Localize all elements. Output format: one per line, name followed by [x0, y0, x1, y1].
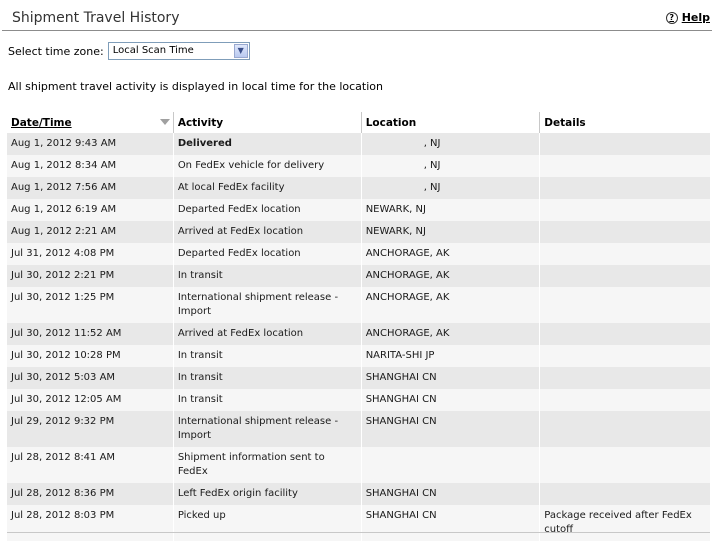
cell-datetime: Jul 30, 2012 11:52 AM: [7, 323, 174, 345]
cell-details: [539, 483, 710, 505]
cell-activity: On FedEx vehicle for delivery: [172, 155, 362, 177]
column-header-details: Details: [539, 112, 710, 133]
cell-location: NARITA-SHI JP: [360, 345, 540, 367]
table-row: Jul 30, 2012 12:05 AM In transit SHANGHAI …: [7, 389, 710, 411]
cell-details: [539, 411, 710, 447]
cell-activity: In transit: [172, 389, 362, 411]
timezone-label: Select time zone:: [8, 44, 104, 58]
cell-activity: Shipment information sent to FedEx: [172, 447, 362, 483]
cell-location: ANCHORAGE, AK: [360, 323, 540, 345]
cell-datetime: Aug 1, 2012 9:43 AM: [7, 133, 174, 155]
table-row: Jul 31, 2012 4:08 PM Departed FedEx locat…: [7, 243, 710, 265]
cell-datetime: Jul 30, 2012 5:03 AM: [7, 367, 174, 389]
cell-details: [539, 447, 710, 483]
cell-location: SHANGHAI CN: [360, 411, 540, 447]
cell-activity: In transit: [172, 265, 362, 287]
help-label: Help: [681, 11, 710, 24]
cell-details: [539, 133, 710, 155]
cell-details: [539, 199, 710, 221]
table-row: Jul 30, 2012 10:28 PM In transit NARITA-SH…: [7, 345, 710, 367]
column-header-datetime[interactable]: Date/Time: [7, 112, 174, 133]
timezone-notice: All shipment travel activity is displaye…: [8, 80, 383, 93]
cell-datetime: Jul 31, 2012 4:08 PM: [7, 243, 174, 265]
cell-datetime: Aug 1, 2012 7:56 AM: [7, 177, 174, 199]
column-header-activity: Activity: [172, 112, 362, 133]
cell-activity: Departed FedEx location: [172, 199, 362, 221]
shipment-history-panel: Shipment Travel History ? Help Select ti…: [2, 4, 712, 541]
cell-location: ANCHORAGE, AK: [360, 265, 540, 287]
cell-details: [539, 323, 710, 345]
cell-datetime: Jul 30, 2012 1:25 PM: [7, 287, 174, 323]
cell-details: [539, 243, 710, 265]
table-row: Aug 1, 2012 7:56 AM At local FedEx facili…: [7, 177, 710, 199]
cell-location: , NJ: [360, 133, 540, 155]
cell-location: SHANGHAI CN: [360, 483, 540, 505]
cell-details: [539, 287, 710, 323]
timezone-selected-value: Local Scan Time: [112, 45, 194, 56]
cell-datetime: Jul 30, 2012 10:28 PM: [7, 345, 174, 367]
table-row: Jul 30, 2012 11:52 AM Arrived at FedEx lo…: [7, 323, 710, 345]
table-body: Aug 1, 2012 9:43 AM Delivered, NJ Aug 1, 2…: [7, 133, 710, 541]
help-link[interactable]: ? Help: [665, 11, 710, 24]
timezone-row: Select time zone: Local Scan Time ▼: [8, 42, 250, 60]
cell-location: NEWARK, NJ: [360, 199, 540, 221]
travel-history-table: Date/Time Activity Location Details Aug …: [7, 112, 710, 541]
table-row: Jul 28, 2012 8:36 PM Left FedEx origin fa…: [7, 483, 710, 505]
page-title: Shipment Travel History: [12, 10, 180, 26]
table-row: Jul 29, 2012 9:32 PM International shipme…: [7, 411, 710, 447]
table-row: Jul 30, 2012 1:25 PM International shipme…: [7, 287, 710, 323]
cell-details: [539, 367, 710, 389]
cell-datetime: Jul 30, 2012 2:21 PM: [7, 265, 174, 287]
table-row: Jul 30, 2012 2:21 PM In transit ANCHORAGE,…: [7, 265, 710, 287]
cell-details: [539, 177, 710, 199]
table-row: Aug 1, 2012 9:43 AM Delivered, NJ: [7, 133, 710, 155]
cell-datetime: Jul 28, 2012 8:36 PM: [7, 483, 174, 505]
cell-details: [539, 221, 710, 243]
cell-location: , NJ: [360, 155, 540, 177]
cell-location: , NJ: [360, 177, 540, 199]
column-header-location: Location: [360, 112, 540, 133]
help-icon: ?: [665, 11, 678, 24]
sort-desc-icon[interactable]: [159, 119, 170, 125]
cell-details: [539, 345, 710, 367]
cell-location: SHANGHAI CN: [360, 367, 540, 389]
cell-datetime: Aug 1, 2012 2:21 AM: [7, 221, 174, 243]
cell-datetime: Aug 1, 2012 6:19 AM: [7, 199, 174, 221]
cell-datetime: Jul 29, 2012 9:32 PM: [7, 411, 174, 447]
table-row: Aug 1, 2012 2:21 AM Arrived at FedEx loca…: [7, 221, 710, 243]
title-bar: Shipment Travel History ? Help: [2, 4, 712, 31]
table-row: Jul 30, 2012 5:03 AM In transit SHANGHAI C…: [7, 367, 710, 389]
cell-datetime: Jul 30, 2012 12:05 AM: [7, 389, 174, 411]
table-row: Aug 1, 2012 8:34 AM On FedEx vehicle for …: [7, 155, 710, 177]
cell-datetime: Jul 28, 2012 8:41 AM: [7, 447, 174, 483]
table-bottom-divider: [7, 532, 710, 533]
cell-location: ANCHORAGE, AK: [360, 243, 540, 265]
cell-details: [539, 389, 710, 411]
cell-activity: International shipment release - Import: [172, 287, 362, 323]
cell-activity: Departed FedEx location: [172, 243, 362, 265]
cell-activity: In transit: [172, 345, 362, 367]
cell-activity: At local FedEx facility: [172, 177, 362, 199]
cell-activity: International shipment release - Import: [172, 411, 362, 447]
cell-details: [539, 155, 710, 177]
cell-datetime: Aug 1, 2012 8:34 AM: [7, 155, 174, 177]
cell-activity: Arrived at FedEx location: [172, 221, 362, 243]
cell-location: SHANGHAI CN: [360, 389, 540, 411]
table-row: Jul 28, 2012 8:41 AM Shipment information…: [7, 447, 710, 483]
table-row: Aug 1, 2012 6:19 AM Departed FedEx locati…: [7, 199, 710, 221]
cell-location: [360, 447, 540, 483]
cell-activity: Delivered: [172, 133, 362, 155]
cell-location: ANCHORAGE, AK: [360, 287, 540, 323]
cell-activity: Arrived at FedEx location: [172, 323, 362, 345]
cell-activity: Left FedEx origin facility: [172, 483, 362, 505]
table-header-row: Date/Time Activity Location Details: [7, 112, 710, 133]
timezone-select[interactable]: Local Scan Time ▼: [107, 42, 250, 60]
chevron-down-icon[interactable]: ▼: [233, 44, 248, 58]
cell-activity: In transit: [172, 367, 362, 389]
cell-location: NEWARK, NJ: [360, 221, 540, 243]
cell-details: [539, 265, 710, 287]
